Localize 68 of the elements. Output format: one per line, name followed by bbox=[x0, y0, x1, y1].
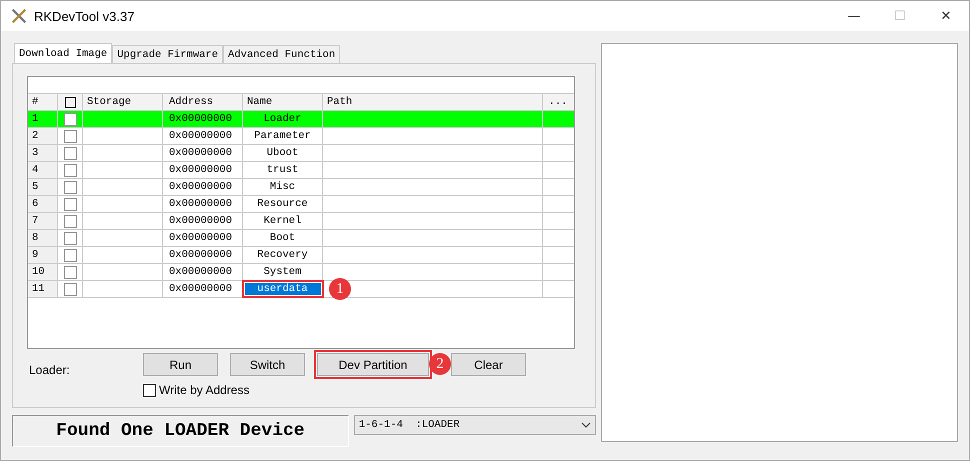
address-cell: 0x00000000 bbox=[163, 179, 243, 195]
status-text: Found One LOADER Device bbox=[12, 415, 349, 447]
row-number: 10 bbox=[28, 264, 58, 280]
name-cell[interactable]: Recovery bbox=[254, 249, 311, 261]
address-cell: 0x00000000 bbox=[163, 162, 243, 178]
row-checkbox[interactable] bbox=[64, 164, 76, 176]
row-number: 11 bbox=[28, 281, 58, 297]
window-control[interactable]: ✕ bbox=[923, 1, 969, 31]
row-checkbox[interactable] bbox=[64, 266, 76, 278]
row-checkbox[interactable] bbox=[64, 130, 76, 142]
tab[interactable]: Upgrade Firmware bbox=[112, 45, 224, 63]
name-cell[interactable]: userdata bbox=[244, 283, 320, 295]
action-button[interactable]: Clear bbox=[451, 353, 526, 376]
column-header: # bbox=[28, 94, 58, 110]
address-cell: 0x00000000 bbox=[163, 264, 243, 280]
address-cell: 0x00000000 bbox=[163, 111, 243, 127]
name-cell[interactable]: Boot bbox=[266, 232, 298, 244]
address-cell: 0x00000000 bbox=[163, 196, 243, 212]
row-checkbox[interactable] bbox=[64, 180, 76, 194]
action-button[interactable]: Dev Partition bbox=[317, 353, 429, 376]
name-cell[interactable]: Parameter bbox=[251, 130, 314, 142]
row-checkbox[interactable] bbox=[64, 112, 76, 126]
address-cell: 0x00000000 bbox=[163, 247, 243, 263]
window-control[interactable]: — bbox=[831, 1, 877, 31]
row-number: 4 bbox=[28, 162, 58, 178]
column-header: Path bbox=[323, 94, 543, 110]
checkbox-label[interactable]: Write by Address bbox=[159, 383, 250, 397]
row-checkbox[interactable] bbox=[64, 232, 76, 244]
row-number: 8 bbox=[28, 230, 58, 246]
column-header: Name bbox=[243, 94, 323, 110]
chevron-down-icon bbox=[581, 422, 591, 428]
action-button[interactable]: Switch bbox=[230, 353, 305, 376]
action-button[interactable]: Run bbox=[143, 353, 218, 376]
name-cell[interactable]: Loader bbox=[260, 113, 304, 125]
loader-label: Loader: bbox=[28, 363, 71, 379]
row-number: 5 bbox=[28, 179, 58, 195]
checkbox[interactable] bbox=[143, 384, 156, 396]
column-header: Address bbox=[163, 94, 243, 110]
column-header: Storage bbox=[83, 94, 163, 110]
address-cell: 0x00000000 bbox=[163, 145, 243, 161]
tools-icon bbox=[10, 7, 28, 25]
row-checkbox[interactable] bbox=[64, 146, 76, 160]
callout-badge: 2 bbox=[429, 353, 451, 375]
row-checkbox[interactable] bbox=[64, 282, 76, 296]
name-cell[interactable]: Kernel bbox=[260, 215, 304, 227]
device-dropdown[interactable]: 1-6-1-4 :LOADER bbox=[354, 415, 596, 435]
row-checkbox[interactable] bbox=[64, 248, 76, 262]
row-checkbox[interactable] bbox=[64, 198, 76, 210]
name-cell[interactable]: Resource bbox=[254, 198, 311, 210]
callout-badge: 1 bbox=[329, 278, 351, 300]
name-cell[interactable]: Misc bbox=[266, 181, 298, 193]
row-number: 2 bbox=[28, 128, 58, 144]
row-number: 3 bbox=[28, 145, 58, 161]
header-checkbox[interactable] bbox=[64, 96, 76, 108]
name-cell[interactable]: System bbox=[260, 266, 304, 278]
tab[interactable]: Advanced Function bbox=[223, 45, 340, 63]
tab[interactable]: Download Image bbox=[14, 43, 112, 63]
address-cell: 0x00000000 bbox=[163, 128, 243, 144]
row-number: 7 bbox=[28, 213, 58, 229]
row-checkbox[interactable] bbox=[64, 214, 76, 228]
address-cell: 0x00000000 bbox=[163, 213, 243, 229]
address-cell: 0x00000000 bbox=[163, 230, 243, 246]
window-title: RKDevTool v3.37 bbox=[34, 8, 134, 24]
column-header: ... bbox=[548, 95, 568, 110]
row-number: 9 bbox=[28, 247, 58, 263]
row-number: 6 bbox=[28, 196, 58, 212]
name-cell[interactable]: trust bbox=[264, 164, 302, 176]
name-cell[interactable]: Uboot bbox=[264, 147, 302, 159]
